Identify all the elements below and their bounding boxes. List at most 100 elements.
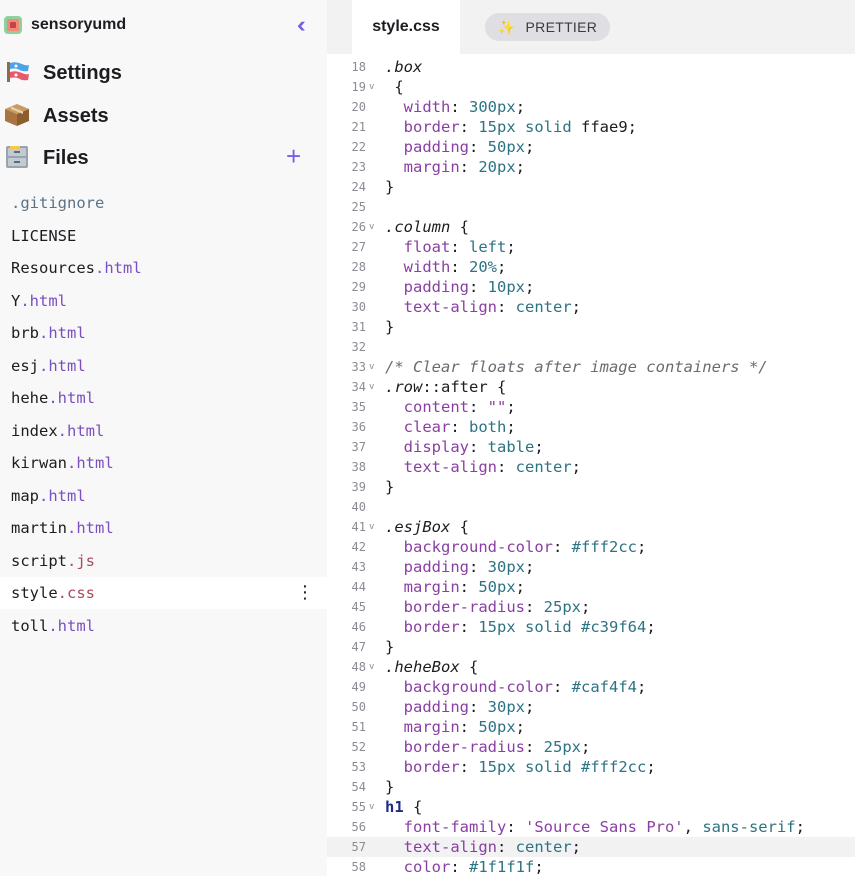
nav-files-label: Files [43, 147, 89, 169]
code-text: display: table; [385, 437, 544, 457]
collapse-sidebar-icon[interactable]: ‹‹ [297, 12, 305, 38]
code-token: : [459, 118, 479, 136]
file-item[interactable]: Resources.html [0, 252, 327, 284]
code-token: 50px [487, 138, 525, 156]
line-number: 38 [351, 460, 366, 474]
project-header[interactable]: sensoryumd [0, 0, 327, 50]
code-line: 54} [327, 777, 855, 797]
fold-chevron-icon[interactable]: v [369, 217, 374, 237]
file-item[interactable]: toll.html [0, 610, 327, 642]
file-extension: .html [39, 486, 86, 505]
code-line: 29 padding: 10px; [327, 277, 855, 297]
code-line: 56 font-family: 'Source Sans Pro', sans-… [327, 817, 855, 837]
file-item[interactable]: LICENSE [0, 220, 327, 252]
file-item[interactable]: hehe.html [0, 382, 327, 414]
file-item[interactable]: Y.html [0, 285, 327, 317]
code-line: 28 width: 20%; [327, 257, 855, 277]
file-item[interactable]: .gitignore [0, 187, 327, 219]
code-token: left [469, 238, 507, 256]
code-token: ; [636, 538, 647, 556]
code-token: content [403, 398, 469, 416]
code-token: : [459, 578, 479, 596]
prettier-label: PRETTIER [525, 19, 598, 35]
fold-chevron-icon[interactable]: v [369, 77, 374, 97]
code-line: 30 text-align: center; [327, 297, 855, 317]
nav-files[interactable]: Files + [0, 137, 327, 179]
fold-chevron-icon[interactable]: v [369, 657, 374, 677]
file-basename: hehe [11, 389, 49, 407]
code-editor[interactable]: - 18.box19v {20 width: 300px;21 border: … [327, 54, 855, 876]
code-text: } [385, 477, 394, 497]
code-text: background-color: #fff2cc; [385, 537, 647, 557]
file-basename: brb [11, 324, 39, 342]
file-basename: martin [11, 519, 67, 537]
line-number: 54 [351, 780, 366, 794]
code-token: both [469, 418, 507, 436]
prettier-button[interactable]: ✨ PRETTIER [485, 13, 610, 41]
code-text: color: #1f1f1f; [385, 857, 544, 876]
line-number: 29 [351, 280, 366, 294]
code-text: border: 15px solid #fff2cc; [385, 757, 656, 777]
file-options-icon[interactable]: ⋮ [296, 577, 314, 609]
code-line: 37 display: table; [327, 437, 855, 457]
code-token: : [459, 618, 479, 636]
code-text: } [385, 317, 394, 337]
file-item[interactable]: martin.html [0, 512, 327, 544]
file-item[interactable]: brb.html [0, 317, 327, 349]
file-item[interactable]: script.js [0, 545, 327, 577]
code-text: .column { [385, 217, 469, 237]
fold-chevron-icon[interactable]: v [369, 797, 374, 817]
file-item[interactable]: style.css ⋮ [0, 577, 327, 609]
code-line: 23 margin: 20px; [327, 157, 855, 177]
file-item[interactable]: map.html [0, 480, 327, 512]
line-number: 36 [351, 420, 366, 434]
code-token: : [450, 258, 470, 276]
file-extension: .gitignore [11, 194, 105, 212]
nav-assets[interactable]: Assets [0, 95, 327, 137]
settings-icon [7, 62, 29, 82]
code-token: ; [506, 398, 516, 416]
code-line: 25 [327, 197, 855, 217]
code-text: { [385, 77, 403, 97]
code-text: font-family: 'Source Sans Pro', sans-ser… [385, 817, 805, 837]
line-number: 40 [351, 500, 366, 514]
code-line: 45 border-radius: 25px; [327, 597, 855, 617]
code-text: float: left; [385, 237, 516, 257]
code-token: 10px [487, 278, 525, 296]
file-item[interactable]: index.html [0, 415, 327, 447]
line-number: 25 [351, 200, 366, 214]
code-line: 33 v /* Clear floats after image container… [327, 357, 855, 377]
line-number: 55 [351, 800, 366, 814]
code-line: 26 v .column { [327, 217, 855, 237]
fold-chevron-icon[interactable]: v [369, 517, 374, 537]
line-number: 37 [351, 440, 366, 454]
file-item[interactable]: esj.html [0, 350, 327, 382]
fold-chevron-icon[interactable]: v [369, 357, 374, 377]
code-token: padding [403, 698, 469, 716]
code-token: color [403, 858, 451, 876]
fold-chevron-icon[interactable]: v [369, 377, 374, 397]
code-token: } [385, 638, 395, 656]
tab-style-css[interactable]: style.css [352, 0, 460, 54]
code-line: 46 border: 15px solid #c39f64; [327, 617, 855, 637]
line-number: 41 [351, 520, 366, 534]
code-token: ; [515, 578, 526, 596]
line-number: 44 [351, 580, 366, 594]
file-extension: .css [57, 584, 95, 602]
code-token: ; [534, 438, 544, 456]
code-text: text-align: center; [385, 837, 581, 857]
code-token: : [450, 98, 470, 116]
add-file-icon[interactable]: + [286, 141, 301, 172]
file-item[interactable]: kirwan.html [0, 447, 327, 479]
code-line: 32 [327, 337, 855, 357]
line-number: 57 [351, 840, 366, 854]
code-line: 20 width: 300px; [327, 97, 855, 117]
file-basename: index [11, 421, 58, 440]
nav-settings[interactable]: Settings [0, 52, 327, 94]
code-token: 20% [469, 258, 498, 276]
